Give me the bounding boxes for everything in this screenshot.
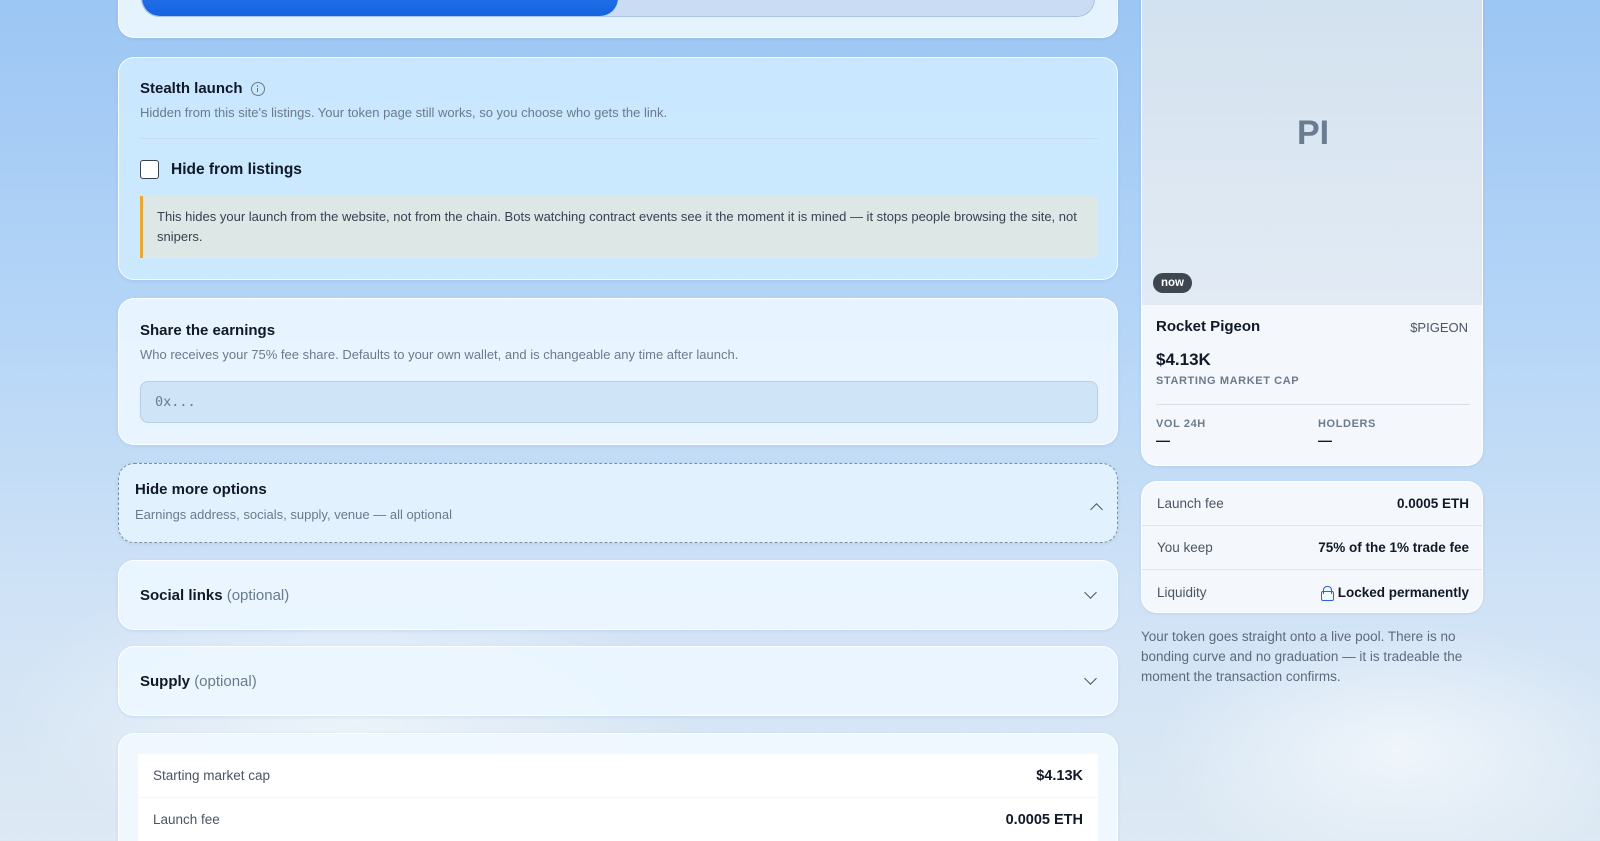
supply-optional: (optional) (194, 673, 257, 690)
fee-row: Liquidity Locked permanently (1142, 570, 1482, 612)
vol-24h-label: VOL 24H (1156, 418, 1206, 430)
hide-from-listings-option[interactable]: Hide from listings (140, 160, 302, 179)
fee-value: 75% of the 1% trade fee (1318, 540, 1469, 555)
summary-row: Starting market cap $4.13K (138, 754, 1098, 797)
chevron-up-icon (1090, 503, 1103, 516)
token-initials: PI (1296, 114, 1330, 152)
summary-value: $4.13K (1036, 767, 1083, 784)
social-links-optional: (optional) (226, 587, 290, 604)
market-cap-label: STARTING MARKET CAP (1156, 375, 1300, 387)
share-earnings-card: Share the earnings Who receives your 75%… (118, 298, 1118, 445)
token-market-cap: $4.13K (1156, 350, 1211, 369)
token-image-placeholder: PI now (1142, 0, 1482, 305)
hide-from-listings-label: Hide from listings (171, 160, 302, 178)
divider (1156, 404, 1470, 405)
token-preview-card: PI now Rocket Pigeon $PIGEON $4.13K STAR… (1141, 0, 1483, 466)
earnings-address-input[interactable] (140, 381, 1098, 423)
holders-value: — (1318, 432, 1332, 448)
holders-label: HOLDERS (1318, 418, 1376, 430)
more-options-description: Earnings address, socials, supply, venue… (135, 507, 452, 522)
supply-title: Supply (140, 673, 191, 690)
social-links-header: Social links (optional) (140, 587, 289, 604)
social-links-section[interactable]: Social links (optional) (118, 560, 1118, 630)
lock-icon (1320, 585, 1334, 601)
chevron-down-icon (1084, 586, 1097, 599)
fee-value: Locked permanently (1337, 584, 1469, 600)
pool-note: Your token goes straight onto a live poo… (1141, 629, 1463, 684)
fee-label: Launch fee (1157, 496, 1224, 511)
launch-summary-card: Starting market cap $4.13K Launch fee 0.… (118, 733, 1118, 841)
earnings-description: Who receives your 75% fee share. Default… (140, 347, 739, 362)
more-options-title: Hide more options (135, 481, 267, 498)
now-badge: now (1153, 273, 1192, 293)
progress-fill (142, 0, 618, 16)
progress-bar[interactable] (141, 0, 1095, 17)
fee-label: You keep (1157, 540, 1213, 555)
token-name: Rocket Pigeon (1156, 318, 1261, 335)
stealth-title-row: Stealth launch (140, 80, 265, 97)
stealth-launch-card: Stealth launch Hidden from this site's l… (118, 57, 1118, 280)
chevron-down-icon (1084, 672, 1097, 685)
fee-value-wrapper: Locked permanently (1320, 584, 1469, 601)
fee-label: Liquidity (1157, 584, 1207, 600)
hide-more-options-toggle[interactable]: Hide more options Earnings address, soci… (118, 463, 1118, 543)
hide-from-listings-checkbox[interactable] (140, 160, 159, 179)
info-icon[interactable] (250, 81, 265, 96)
earnings-title: Share the earnings (140, 322, 276, 339)
fee-summary-card: Launch fee 0.0005 ETH You keep 75% of th… (1141, 481, 1483, 613)
fee-value: 0.0005 ETH (1396, 496, 1469, 511)
stealth-title: Stealth launch (140, 80, 243, 97)
supply-section[interactable]: Supply (optional) (118, 646, 1118, 716)
summary-value: 0.0005 ETH (1005, 811, 1083, 828)
progress-card (118, 0, 1118, 38)
summary-row: Launch fee 0.0005 ETH (138, 798, 1098, 841)
token-ticker: $PIGEON (1410, 320, 1468, 335)
summary-label: Starting market cap (153, 768, 271, 783)
summary-label: Launch fee (153, 812, 220, 827)
supply-header: Supply (optional) (140, 673, 257, 690)
vol-24h-value: — (1156, 432, 1170, 448)
stealth-warning: This hides your launch from the website,… (140, 196, 1098, 258)
fee-row: You keep 75% of the 1% trade fee (1142, 526, 1482, 570)
stealth-description: Hidden from this site's listings. Your t… (140, 105, 668, 120)
fee-row: Launch fee 0.0005 ETH (1142, 482, 1482, 526)
social-links-title: Social links (140, 587, 223, 604)
divider (140, 138, 1098, 139)
